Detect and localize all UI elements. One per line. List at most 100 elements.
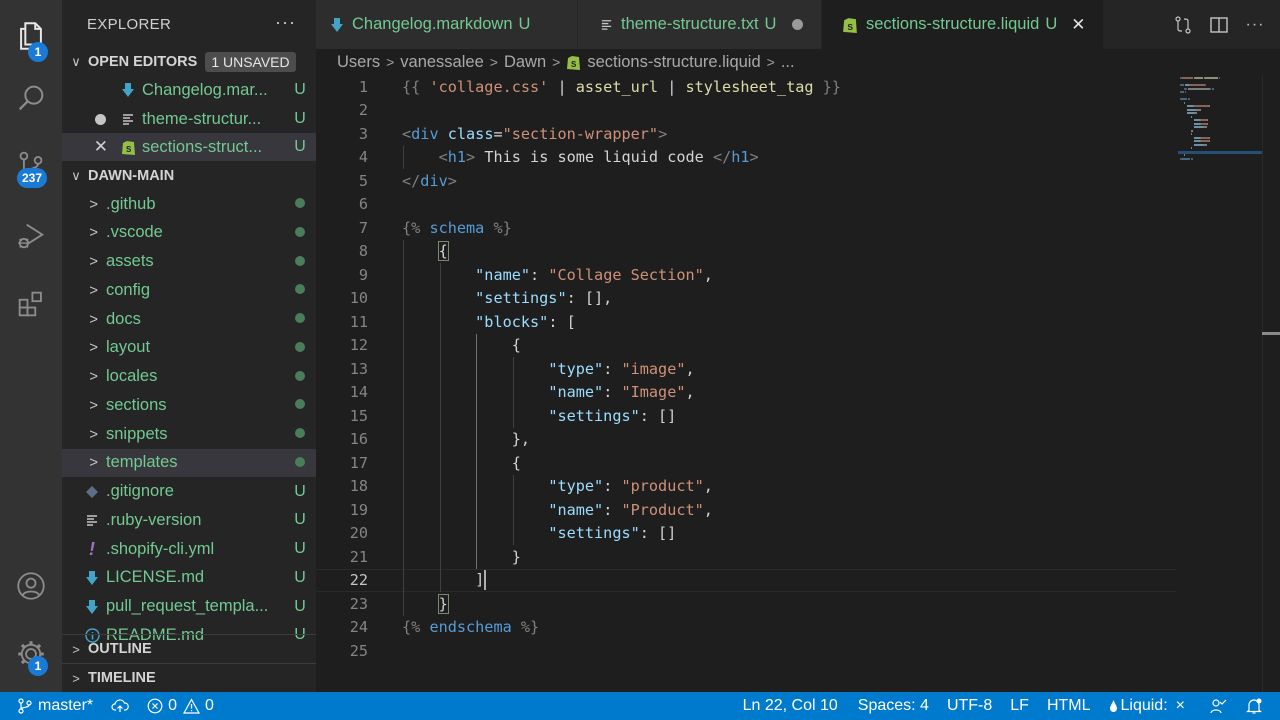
code-line[interactable]: 8 { xyxy=(316,240,1176,264)
source-control-badge: 237 xyxy=(17,168,48,188)
code-line[interactable]: 20 "settings": [] xyxy=(316,522,1176,546)
open-editor-item[interactable]: theme-structur... U xyxy=(62,105,316,133)
activity-search[interactable] xyxy=(0,70,62,126)
tree-folder[interactable]: > .vscode xyxy=(62,219,316,247)
cursor-position[interactable]: Ln 22, Col 10 xyxy=(734,692,847,720)
code-line[interactable]: 1 {{ 'collage.css' | asset_url | styleshe… xyxy=(316,75,1176,99)
breadcrumb-item[interactable]: Users xyxy=(337,53,380,72)
tree-folder[interactable]: > docs xyxy=(62,305,316,333)
more-actions-icon[interactable]: ··· xyxy=(275,12,296,33)
open-editors-header[interactable]: ∨ OPEN EDITORS 1 UNSAVED xyxy=(62,48,316,76)
breadcrumb-item[interactable]: sections-structure.liquid xyxy=(587,53,760,72)
folder-header[interactable]: ∨ DAWN-MAIN xyxy=(62,162,316,190)
minimap-line xyxy=(1200,140,1209,142)
activity-source-control[interactable]: 237 xyxy=(0,138,62,194)
code-line[interactable]: 24 {% endschema %} xyxy=(316,616,1176,640)
code-line[interactable]: 3 <div class="section-wrapper"> xyxy=(316,122,1176,146)
tree-file[interactable]: LICENSE.md U xyxy=(62,564,316,592)
code-text: { xyxy=(402,453,521,472)
outline-header[interactable]: > OUTLINE xyxy=(62,635,316,663)
tree-folder[interactable]: > sections xyxy=(62,391,316,419)
tree-folder[interactable]: > layout xyxy=(62,334,316,362)
untracked-status: U xyxy=(294,482,306,500)
code-editor[interactable]: 1 {{ 'collage.css' | asset_url | styleshe… xyxy=(316,75,1280,692)
code-line[interactable]: 16 }, xyxy=(316,428,1176,452)
minimap-line xyxy=(1181,98,1188,100)
minimap[interactable] xyxy=(1178,75,1268,692)
tab-changelog[interactable]: Changelog.markdown U xyxy=(316,0,578,49)
code-line[interactable]: 12 { xyxy=(316,334,1176,358)
close-icon[interactable]: ✕ xyxy=(62,137,118,157)
code-line[interactable]: 15 "settings": [] xyxy=(316,404,1176,428)
tab-theme-structure[interactable]: theme-structure.txt U xyxy=(578,0,822,49)
code-line[interactable]: 11 "blocks": [ xyxy=(316,310,1176,334)
line-number: 3 xyxy=(358,124,368,143)
markdown-icon xyxy=(118,82,138,98)
notifications-button[interactable] xyxy=(1236,692,1272,720)
encoding[interactable]: UTF-8 xyxy=(938,692,1001,720)
liquid-status[interactable]: Liquid: × xyxy=(1100,692,1195,720)
breadcrumb-item[interactable]: vanessalee xyxy=(400,53,483,72)
tree-file[interactable]: .ruby-version U xyxy=(62,506,316,534)
code-line[interactable]: 5 </div> xyxy=(316,169,1176,193)
split-editor-icon[interactable] xyxy=(1208,14,1230,36)
problems-indicator[interactable]: 0 0 xyxy=(138,692,223,720)
unsaved-dot-icon[interactable] xyxy=(792,19,804,30)
close-icon[interactable]: × xyxy=(1176,697,1185,715)
tree-file[interactable]: .gitignore U xyxy=(62,478,316,506)
open-editor-item[interactable]: Changelog.mar... U xyxy=(62,76,316,104)
breadcrumb-item[interactable]: Dawn xyxy=(504,53,546,72)
close-tab-icon[interactable]: ✕ xyxy=(1071,15,1085,35)
code-line[interactable]: 10 "settings": [], xyxy=(316,287,1176,311)
indentation[interactable]: Spaces: 4 xyxy=(849,692,938,720)
tree-folder[interactable]: > templates xyxy=(62,448,316,477)
tree-file[interactable]: ! .shopify-cli.yml U xyxy=(62,535,316,563)
more-actions-icon[interactable]: ··· xyxy=(1244,14,1266,36)
feedback-button[interactable] xyxy=(1200,692,1236,720)
code-line[interactable]: 17 { xyxy=(316,451,1176,475)
chevron-right-icon: > xyxy=(72,670,80,686)
tree-folder[interactable]: > locales xyxy=(62,363,316,391)
code-line[interactable]: 22 ] xyxy=(316,568,1176,592)
breadcrumb-item[interactable]: ... xyxy=(781,53,795,72)
code-line[interactable]: 6 xyxy=(316,193,1176,217)
line-number: 19 xyxy=(349,500,368,519)
activity-extensions[interactable] xyxy=(0,276,62,332)
line-number: 24 xyxy=(349,618,368,637)
timeline-header[interactable]: > TIMELINE xyxy=(62,664,316,692)
minimap-line xyxy=(1187,108,1197,111)
code-line[interactable]: 25 xyxy=(316,639,1176,663)
code-line[interactable]: 13 "type": "image", xyxy=(316,357,1176,381)
tree-folder[interactable]: > snippets xyxy=(62,420,316,448)
code-line[interactable]: 7 {% schema %} xyxy=(316,216,1176,240)
activity-manage[interactable]: 1 xyxy=(0,626,62,682)
activity-explorer[interactable]: 1 xyxy=(0,8,62,64)
code-line[interactable]: 4 <h1> This is some liquid code </h1> xyxy=(316,146,1176,170)
end-of-line[interactable]: LF xyxy=(1001,692,1038,720)
open-editor-item-active[interactable]: ✕ S sections-struct... U xyxy=(62,133,316,161)
sync-button[interactable] xyxy=(102,692,138,720)
code-line[interactable]: 14 "name": "Image", xyxy=(316,381,1176,405)
code-line[interactable]: 18 "type": "product", xyxy=(316,475,1176,499)
code-line[interactable]: 9 "name": "Collage Section", xyxy=(316,263,1176,287)
vertical-scrollbar[interactable] xyxy=(1262,75,1280,692)
activity-run-debug[interactable] xyxy=(0,208,62,264)
yaml-icon: ! xyxy=(89,538,95,559)
tree-folder[interactable]: > assets xyxy=(62,248,316,276)
minimap-line xyxy=(1190,147,1192,149)
code-line[interactable]: 2 xyxy=(316,99,1176,123)
branch-indicator[interactable]: master* xyxy=(0,692,102,720)
code-line[interactable]: 19 "name": "Product", xyxy=(316,498,1176,522)
tab-sections-structure[interactable]: S sections-structure.liquid U ✕ xyxy=(822,0,1104,49)
open-changes-icon[interactable] xyxy=(1172,14,1194,36)
tree-file[interactable]: pull_request_templa... U xyxy=(62,593,316,621)
tree-folder[interactable]: > .github xyxy=(62,190,316,218)
code-text: "name": "Product", xyxy=(548,500,713,519)
tree-folder[interactable]: > config xyxy=(62,276,316,304)
code-line[interactable]: 23 } xyxy=(316,592,1176,616)
line-number: 4 xyxy=(358,148,368,167)
activity-accounts[interactable] xyxy=(0,558,62,614)
code-line[interactable]: 21 } xyxy=(316,545,1176,569)
chevron-right-icon: > xyxy=(552,54,561,70)
language-mode[interactable]: HTML xyxy=(1038,692,1100,720)
